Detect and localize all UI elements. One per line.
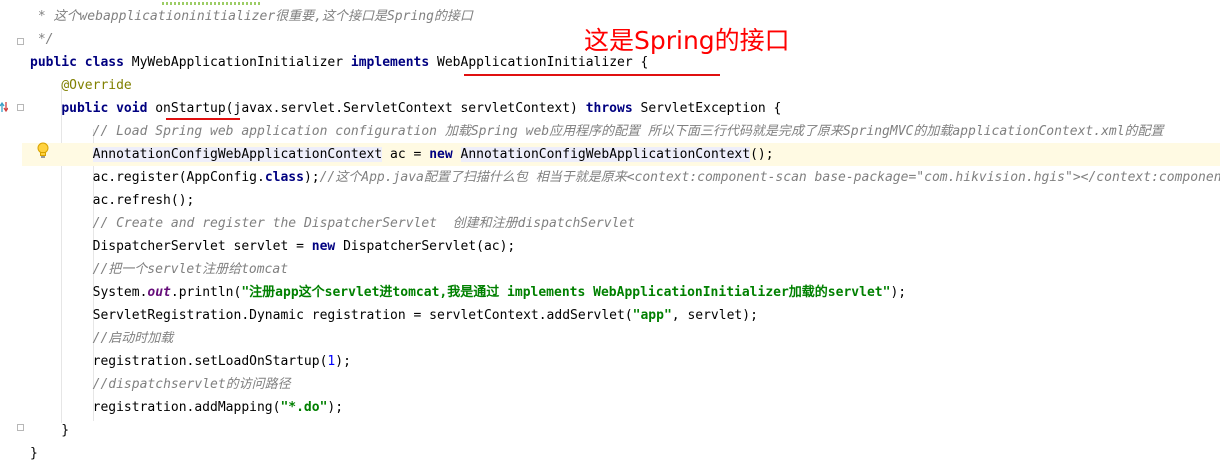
code-line[interactable]: * 这个webapplicationinitializer很重要,这个接口是Sp…: [30, 5, 473, 28]
code-line[interactable]: //把一个servlet注册给tomcat: [30, 258, 288, 281]
code-token: }: [30, 446, 38, 461]
code-token: .println(: [170, 285, 242, 300]
code-line[interactable]: //启动时加载: [30, 327, 174, 350]
code-token: DispatcherServlet servlet =: [30, 239, 312, 254]
code-token: AnnotationConfigWebApplicationContext: [460, 147, 751, 162]
code-line[interactable]: }: [30, 419, 69, 442]
code-token: ac =: [382, 147, 430, 162]
code-line[interactable]: DispatcherServlet servlet = new Dispatch…: [30, 235, 516, 258]
code-token: "注册app这个servlet进tomcat,我是通过 implements W…: [241, 285, 891, 300]
code-line[interactable]: // Create and register the DispatcherSer…: [30, 212, 635, 235]
code-token: ServletException {: [632, 101, 782, 116]
code-token: //dispatchservlet的访问路径: [92, 377, 291, 392]
code-token: ac.register(AppConfig.: [30, 170, 265, 185]
code-line[interactable]: System.out.println("注册app这个servlet进tomca…: [30, 281, 906, 304]
code-line[interactable]: // Load Spring web application configura…: [30, 120, 1164, 143]
code-token: new: [429, 147, 453, 162]
code-line[interactable]: public class MyWebApplicationInitializer…: [30, 51, 648, 74]
code-line[interactable]: registration.addMapping("*.do");: [30, 396, 343, 419]
code-token: ();: [750, 147, 774, 162]
code-line[interactable]: AnnotationConfigWebApplicationContext ac…: [22, 143, 1220, 166]
lightbulb-intention-icon[interactable]: [36, 142, 50, 160]
code-token: "*.do": [280, 400, 328, 415]
code-token: new: [311, 239, 336, 254]
code-token: AnnotationConfigWebApplicationContext: [92, 147, 383, 162]
code-token: registration.addMapping(: [30, 400, 281, 415]
code-line[interactable]: registration.setLoadOnStartup(1);: [30, 350, 351, 373]
annotation-label: 这是Spring的接口: [584, 26, 790, 55]
code-editor[interactable]: * 这个webapplicationinitializer很重要,这个接口是Sp…: [22, 0, 1220, 470]
code-token: );: [890, 285, 907, 300]
code-token: // Load Spring web application configura…: [92, 124, 1164, 139]
code-token: DispatcherServlet(ac);: [335, 239, 516, 254]
code-token: @Override: [61, 78, 132, 93]
code-token: // Create and register the DispatcherSer…: [92, 216, 636, 231]
code-token: "app": [632, 308, 672, 323]
code-token: , servlet);: [671, 308, 758, 323]
code-token: ServletRegistration.Dynamic registration…: [30, 308, 633, 323]
code-token: registration.setLoadOnStartup(: [30, 354, 328, 369]
code-token: public void: [61, 101, 148, 116]
code-line[interactable]: //dispatchservlet的访问路径: [30, 373, 291, 396]
annotation-underline: [464, 74, 720, 76]
code-token: );: [303, 170, 320, 185]
code-line[interactable]: */: [30, 28, 54, 51]
code-token: implements: [350, 55, 430, 70]
code-line[interactable]: ac.register(AppConfig.class);//这个App.jav…: [30, 166, 1220, 189]
code-token: //启动时加载: [92, 331, 174, 346]
code-token: ac.refresh();: [30, 193, 195, 208]
code-line[interactable]: @Override: [30, 74, 132, 97]
code-token: * 这个webapplicationinitializer很重要,这个接口是Sp…: [30, 9, 473, 24]
code-token: public class: [30, 55, 124, 70]
code-token: class: [264, 170, 304, 185]
annotation-underline: [166, 118, 240, 120]
code-token: System.: [30, 285, 148, 300]
code-line[interactable]: public void onStartup(javax.servlet.Serv…: [30, 97, 781, 120]
code-line[interactable]: }: [30, 442, 38, 465]
editor-gutter: [0, 0, 22, 470]
code-token: );: [327, 400, 344, 415]
code-token: );: [335, 354, 351, 369]
code-line[interactable]: ac.refresh();: [30, 189, 195, 212]
code-token: //把一个servlet注册给tomcat: [92, 262, 289, 277]
code-token: */: [30, 32, 54, 47]
code-token: out: [147, 285, 171, 300]
code-token: MyWebApplicationInitializer: [123, 55, 351, 70]
override-method-icon[interactable]: [0, 101, 8, 113]
code-token: //这个App.java配置了扫描什么包 相当于就是原来<context:com…: [319, 170, 1220, 185]
code-line[interactable]: ServletRegistration.Dynamic registration…: [30, 304, 758, 327]
code-token: onStartup(javax.servlet.ServletContext s…: [147, 101, 586, 116]
code-token: throws: [585, 101, 633, 116]
code-token: }: [30, 423, 70, 438]
